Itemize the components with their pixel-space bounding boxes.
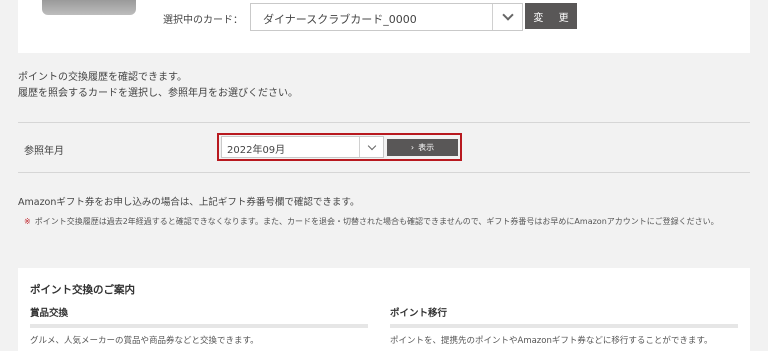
- warning-mark: ※: [24, 217, 31, 226]
- guide-col-heading: 賞品交換: [30, 308, 69, 319]
- month-label: 参照年月: [24, 146, 64, 157]
- guide-title: ポイント交換のご案内: [30, 284, 135, 296]
- amazon-note: Amazonギフト券をお申し込みの場合は、上記ギフト券番号欄で確認できます。: [18, 197, 360, 208]
- divider: [18, 172, 750, 173]
- chevron-right-icon: ›: [410, 143, 415, 152]
- guide-col-text: グルメ、人気メーカーの賞品や商品券などと交換できます。: [30, 336, 259, 346]
- month-select-value: 2022年09月: [227, 145, 286, 156]
- divider: [18, 122, 750, 123]
- warning-text: ポイント交換履歴は過去2年経過すると確認できなくなります。また、カードを退会・切…: [34, 217, 719, 226]
- warning-note: ※ ポイント交換履歴は過去2年経過すると確認できなくなります。また、カードを退会・…: [24, 216, 748, 228]
- guide-col-bar: [30, 324, 368, 328]
- guide-col-heading: ポイント移行: [390, 308, 448, 319]
- show-button-label: 表示: [418, 143, 435, 152]
- change-card-button[interactable]: 変 更: [525, 3, 577, 29]
- guide-col-text: ポイントを、提携先のポイントやAmazonギフト券などに移行することができます。: [390, 336, 713, 346]
- guide-col-bar: [390, 324, 738, 328]
- intro-line-1: ポイントの交換履歴を確認できます。: [18, 72, 187, 83]
- card-select-label: 選択中のカード：: [163, 15, 243, 26]
- card-panel: 選択中のカード： ダイナースクラブカード_0000 変 更: [18, 0, 750, 53]
- guide-col-prize: 賞品交換 グルメ、人気メーカーの賞品や商品券などと交換できます。: [30, 305, 368, 346]
- exchange-guide-panel: ポイント交換のご案内 賞品交換 グルメ、人気メーカーの賞品や商品券などと交換でき…: [18, 268, 750, 351]
- chevron-down-icon[interactable]: [492, 4, 522, 30]
- card-select[interactable]: ダイナースクラブカード_0000: [250, 3, 523, 31]
- intro-text: ポイントの交換履歴を確認できます。 履歴を照会するカードを選択し、参照年月をお選…: [18, 70, 298, 102]
- guide-col-transfer: ポイント移行 ポイントを、提携先のポイントやAmazonギフト券などに移行するこ…: [390, 305, 738, 346]
- card-select-value: ダイナースクラブカード_0000: [263, 13, 417, 26]
- intro-line-2: 履歴を照会するカードを選択し、参照年月をお選びください。: [18, 88, 298, 99]
- card-thumbnail: [42, 0, 136, 15]
- show-button[interactable]: › 表示: [387, 139, 458, 156]
- month-select[interactable]: 2022年09月: [221, 136, 384, 158]
- chevron-down-icon[interactable]: [359, 137, 383, 157]
